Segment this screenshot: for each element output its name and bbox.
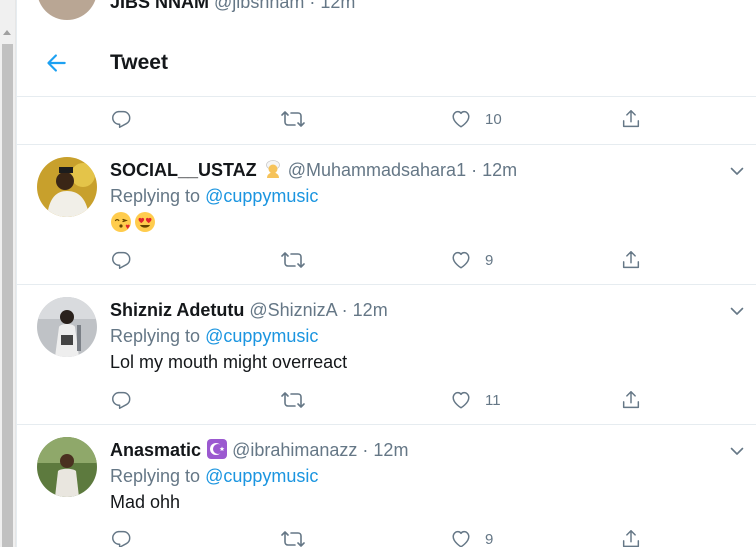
page-header: Tweet	[17, 34, 756, 97]
author-name[interactable]: JIBS NNAM	[110, 0, 209, 12]
share-button[interactable]	[620, 245, 642, 275]
replying-to: Replying to @cuppymusic	[110, 465, 318, 487]
chevron-down-icon	[730, 307, 744, 315]
share-icon	[622, 251, 640, 269]
tweet-header: SOCIAL__USTAZ @Muhammadsahara1 · 12m	[110, 159, 517, 181]
like-button[interactable]: 9	[450, 524, 493, 547]
tweet-header: Shizniz Adetutu @ShiznizA · 12m	[110, 299, 388, 321]
tweet-menu-button[interactable]	[729, 443, 745, 464]
author-name[interactable]: SOCIAL__USTAZ	[110, 160, 257, 180]
retweet-button[interactable]	[280, 104, 306, 134]
author-name[interactable]: Anasmatic	[110, 440, 201, 460]
share-button[interactable]	[620, 524, 642, 547]
page-title: Tweet	[110, 51, 168, 74]
tweet-reply[interactable]: Anasmatic @ibrahimanazz · 12m Replying t…	[17, 425, 756, 547]
replying-to: Replying to @cuppymusic	[110, 185, 318, 207]
like-count: 11	[485, 391, 501, 409]
person-wearing-turban-emoji	[263, 159, 283, 179]
tweet-time[interactable]: · 12m	[362, 440, 408, 460]
tweet-feed: JIBS NNAM @jibsnnam · 12m Tweet 10 SOCIA…	[16, 0, 756, 547]
avatar[interactable]	[37, 0, 97, 20]
retweet-icon	[281, 111, 305, 127]
author-name[interactable]: Shizniz Adetutu	[110, 300, 244, 320]
author-handle[interactable]: @jibsnnam	[214, 0, 304, 12]
replying-to-label: Replying to	[110, 326, 201, 346]
like-count: 9	[485, 251, 494, 269]
partial-tweet[interactable]: JIBS NNAM @jibsnnam · 12m	[17, 0, 756, 34]
retweet-icon	[281, 392, 305, 408]
back-button[interactable]	[43, 50, 69, 76]
author-handle[interactable]: @ibrahimanazz	[232, 440, 357, 460]
share-button[interactable]	[620, 104, 642, 134]
partial-tweet-header: JIBS NNAM @jibsnnam · 12m	[110, 0, 355, 13]
like-count: 10	[485, 110, 502, 128]
tweet-action-bar: 9	[110, 524, 670, 547]
like-button[interactable]: 10	[450, 104, 502, 134]
avatar[interactable]	[37, 157, 97, 217]
heart-eyes-emoji	[135, 212, 155, 232]
retweet-button[interactable]	[280, 385, 306, 415]
page-scrollbar[interactable]	[0, 0, 16, 547]
scroll-up-arrow[interactable]	[3, 30, 11, 35]
tweet-reply[interactable]: Shizniz Adetutu @ShiznizA · 12m Replying…	[17, 285, 756, 425]
retweet-icon	[281, 531, 305, 547]
chevron-down-icon	[730, 447, 744, 455]
share-icon	[622, 530, 640, 547]
like-icon	[452, 110, 470, 128]
reply-icon	[112, 110, 131, 128]
chevron-down-icon	[730, 167, 744, 175]
tweet-menu-button[interactable]	[729, 163, 745, 184]
like-icon	[452, 530, 470, 547]
tweet-text: Mad ohh	[110, 492, 181, 512]
tweet-time[interactable]: · 12m	[309, 0, 355, 12]
retweet-button[interactable]	[280, 245, 306, 275]
replying-to-link[interactable]: @cuppymusic	[205, 326, 318, 346]
avatar[interactable]	[37, 437, 97, 497]
share-button[interactable]	[620, 385, 642, 415]
tweet-time[interactable]: · 12m	[471, 160, 517, 180]
tweet-text	[110, 211, 156, 235]
tweet-action-bar: 10	[110, 104, 670, 134]
reply-icon	[112, 530, 131, 547]
back-arrow-icon	[47, 54, 66, 72]
tweet-time[interactable]: · 12m	[342, 300, 388, 320]
scroll-thumb[interactable]	[2, 44, 13, 547]
reply-button[interactable]	[110, 245, 132, 275]
tweet-action-bar: 9	[110, 245, 670, 275]
tweet-reply[interactable]: SOCIAL__USTAZ @Muhammadsahara1 · 12m Rep…	[17, 145, 756, 285]
retweet-icon	[281, 252, 305, 268]
retweet-button[interactable]	[280, 524, 306, 547]
like-count: 9	[485, 530, 494, 547]
reply-button[interactable]	[110, 524, 132, 547]
reply-icon	[112, 391, 131, 409]
author-handle[interactable]: @ShiznizA	[249, 300, 336, 320]
tweet-menu-button[interactable]	[729, 303, 745, 324]
reply-button[interactable]	[110, 385, 132, 415]
face-blowing-kiss-emoji	[111, 212, 131, 232]
author-handle[interactable]: @Muhammadsahara1	[288, 160, 466, 180]
replying-to-label: Replying to	[110, 466, 201, 486]
replying-to-link[interactable]: @cuppymusic	[205, 466, 318, 486]
tweet-action-bar: 11	[110, 385, 670, 415]
avatar[interactable]	[37, 297, 97, 357]
like-button[interactable]: 11	[450, 385, 501, 415]
star-and-crescent-emoji	[207, 439, 228, 459]
like-icon	[452, 251, 470, 269]
share-icon	[622, 391, 640, 409]
reply-button[interactable]	[110, 104, 132, 134]
replying-to-label: Replying to	[110, 186, 201, 206]
replying-to-link[interactable]: @cuppymusic	[205, 186, 318, 206]
share-icon	[622, 110, 640, 128]
reply-icon	[112, 251, 131, 269]
replying-to: Replying to @cuppymusic	[110, 325, 318, 347]
like-button[interactable]: 9	[450, 245, 493, 275]
like-icon	[452, 391, 470, 409]
tweet-text: Lol my mouth might overreact	[110, 352, 348, 372]
tweet-header: Anasmatic @ibrahimanazz · 12m	[110, 439, 408, 461]
